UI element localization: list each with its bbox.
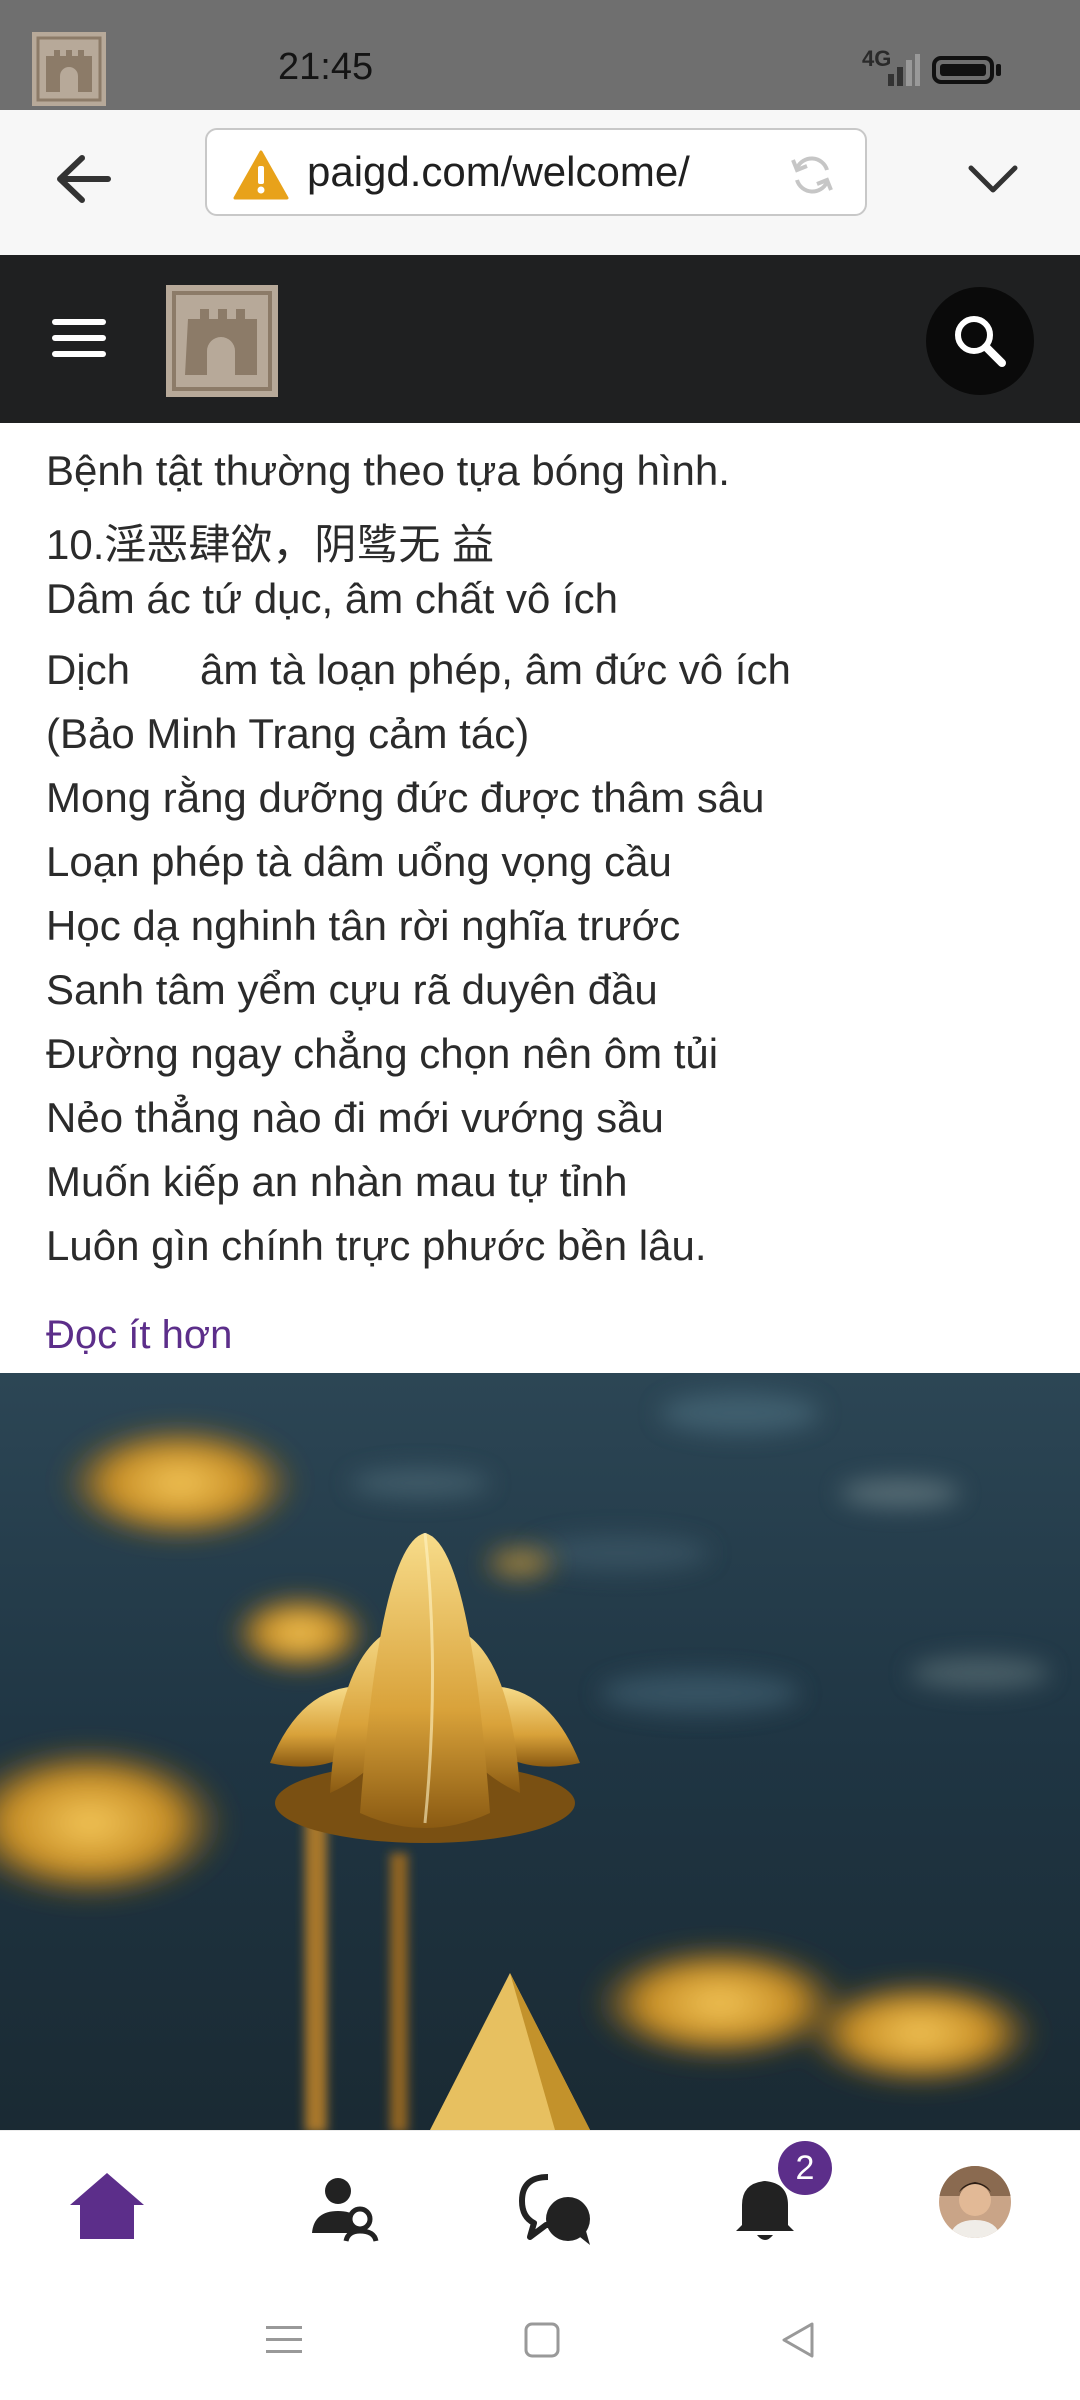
search-icon: [955, 316, 1006, 367]
clipped-verse-line: [46, 423, 58, 441]
system-navigation-bar: [0, 2280, 1080, 2400]
menu-button[interactable]: [48, 313, 110, 363]
status-time: 21:45: [278, 46, 374, 88]
hamburger-icon: [52, 319, 106, 357]
verse-line: Muốn kiếp an nhàn mau tự tỉnh: [46, 1158, 628, 1205]
recent-apps-icon[interactable]: [262, 2320, 306, 2360]
verse-line: 10.淫恶肆欲，阴骘无 益: [46, 521, 495, 568]
friends-icon: [312, 2178, 379, 2242]
battery-tip: [996, 64, 1001, 76]
verse-line: Sanh tâm yểm cựu rã duyên đầu: [46, 966, 658, 1013]
back-arrow-icon: [57, 155, 111, 203]
bottom-navigation: 2: [0, 2130, 1080, 2281]
verse-line: Loạn phép tà dâm uổng vọng cầu: [46, 838, 672, 885]
post-content: Bệnh tật thường theo tựa bóng hình. 10.淫…: [0, 423, 1080, 1373]
address-bar[interactable]: paigd.com/welcome/: [205, 128, 867, 216]
notification-badge: 2: [778, 2141, 832, 2195]
reload-icon[interactable]: [787, 150, 837, 200]
verse-line: Đường ngay chẳng chọn nên ôm tủi: [46, 1030, 719, 1077]
site-header: [0, 255, 1080, 423]
url-text[interactable]: paigd.com/welcome/: [307, 148, 690, 196]
verse-line: Mong rằng dưỡng đức được thâm sâu: [46, 774, 765, 821]
nav-home[interactable]: [62, 2161, 152, 2251]
back-triangle-icon[interactable]: [778, 2320, 818, 2360]
verse-line: (Bảo Minh Trang cảm tác): [46, 710, 530, 757]
search-button[interactable]: [926, 287, 1034, 395]
verse-line: Nẻo thẳng nào đi mới vướng sầu: [46, 1094, 664, 1141]
back-button[interactable]: [48, 148, 124, 210]
warning-icon[interactable]: [233, 150, 289, 200]
status-bar: 21:45 4G: [0, 0, 1080, 110]
site-logo-status-icon: [32, 32, 106, 106]
post-image-golden-lotus[interactable]: [0, 1373, 1080, 2130]
chevron-down-icon: [968, 165, 1018, 193]
verse-line: Luôn gìn chính trực phước bền lâu.: [46, 1222, 707, 1269]
chat-icon: [519, 2174, 590, 2245]
tabs-dropdown-button[interactable]: [965, 150, 1021, 206]
verse-line: Dịch âm tà loạn phép, âm đức vô ích: [46, 646, 791, 693]
home-icon: [70, 2173, 144, 2239]
read-less-link[interactable]: Đọc ít hơn: [46, 1313, 232, 1358]
verse-line: Dâm ác tứ dục, âm chất vô ích: [46, 575, 619, 622]
verse-line: Học dạ nghinh tân rời nghĩa trước: [46, 902, 681, 949]
verse-line: Bệnh tật thường theo tựa bóng hình.: [46, 447, 730, 494]
signal-icon: [888, 54, 920, 86]
nav-chat[interactable]: [510, 2161, 600, 2251]
castle-logo-icon: [166, 285, 278, 397]
nav-friends[interactable]: [300, 2161, 390, 2251]
network-type: 4G: [862, 46, 892, 71]
avatar[interactable]: [939, 2166, 1011, 2238]
browser-toolbar: paigd.com/welcome/: [0, 110, 1080, 256]
battery-icon: [932, 56, 994, 84]
home-square-icon[interactable]: [522, 2320, 562, 2360]
site-logo[interactable]: [166, 285, 278, 397]
